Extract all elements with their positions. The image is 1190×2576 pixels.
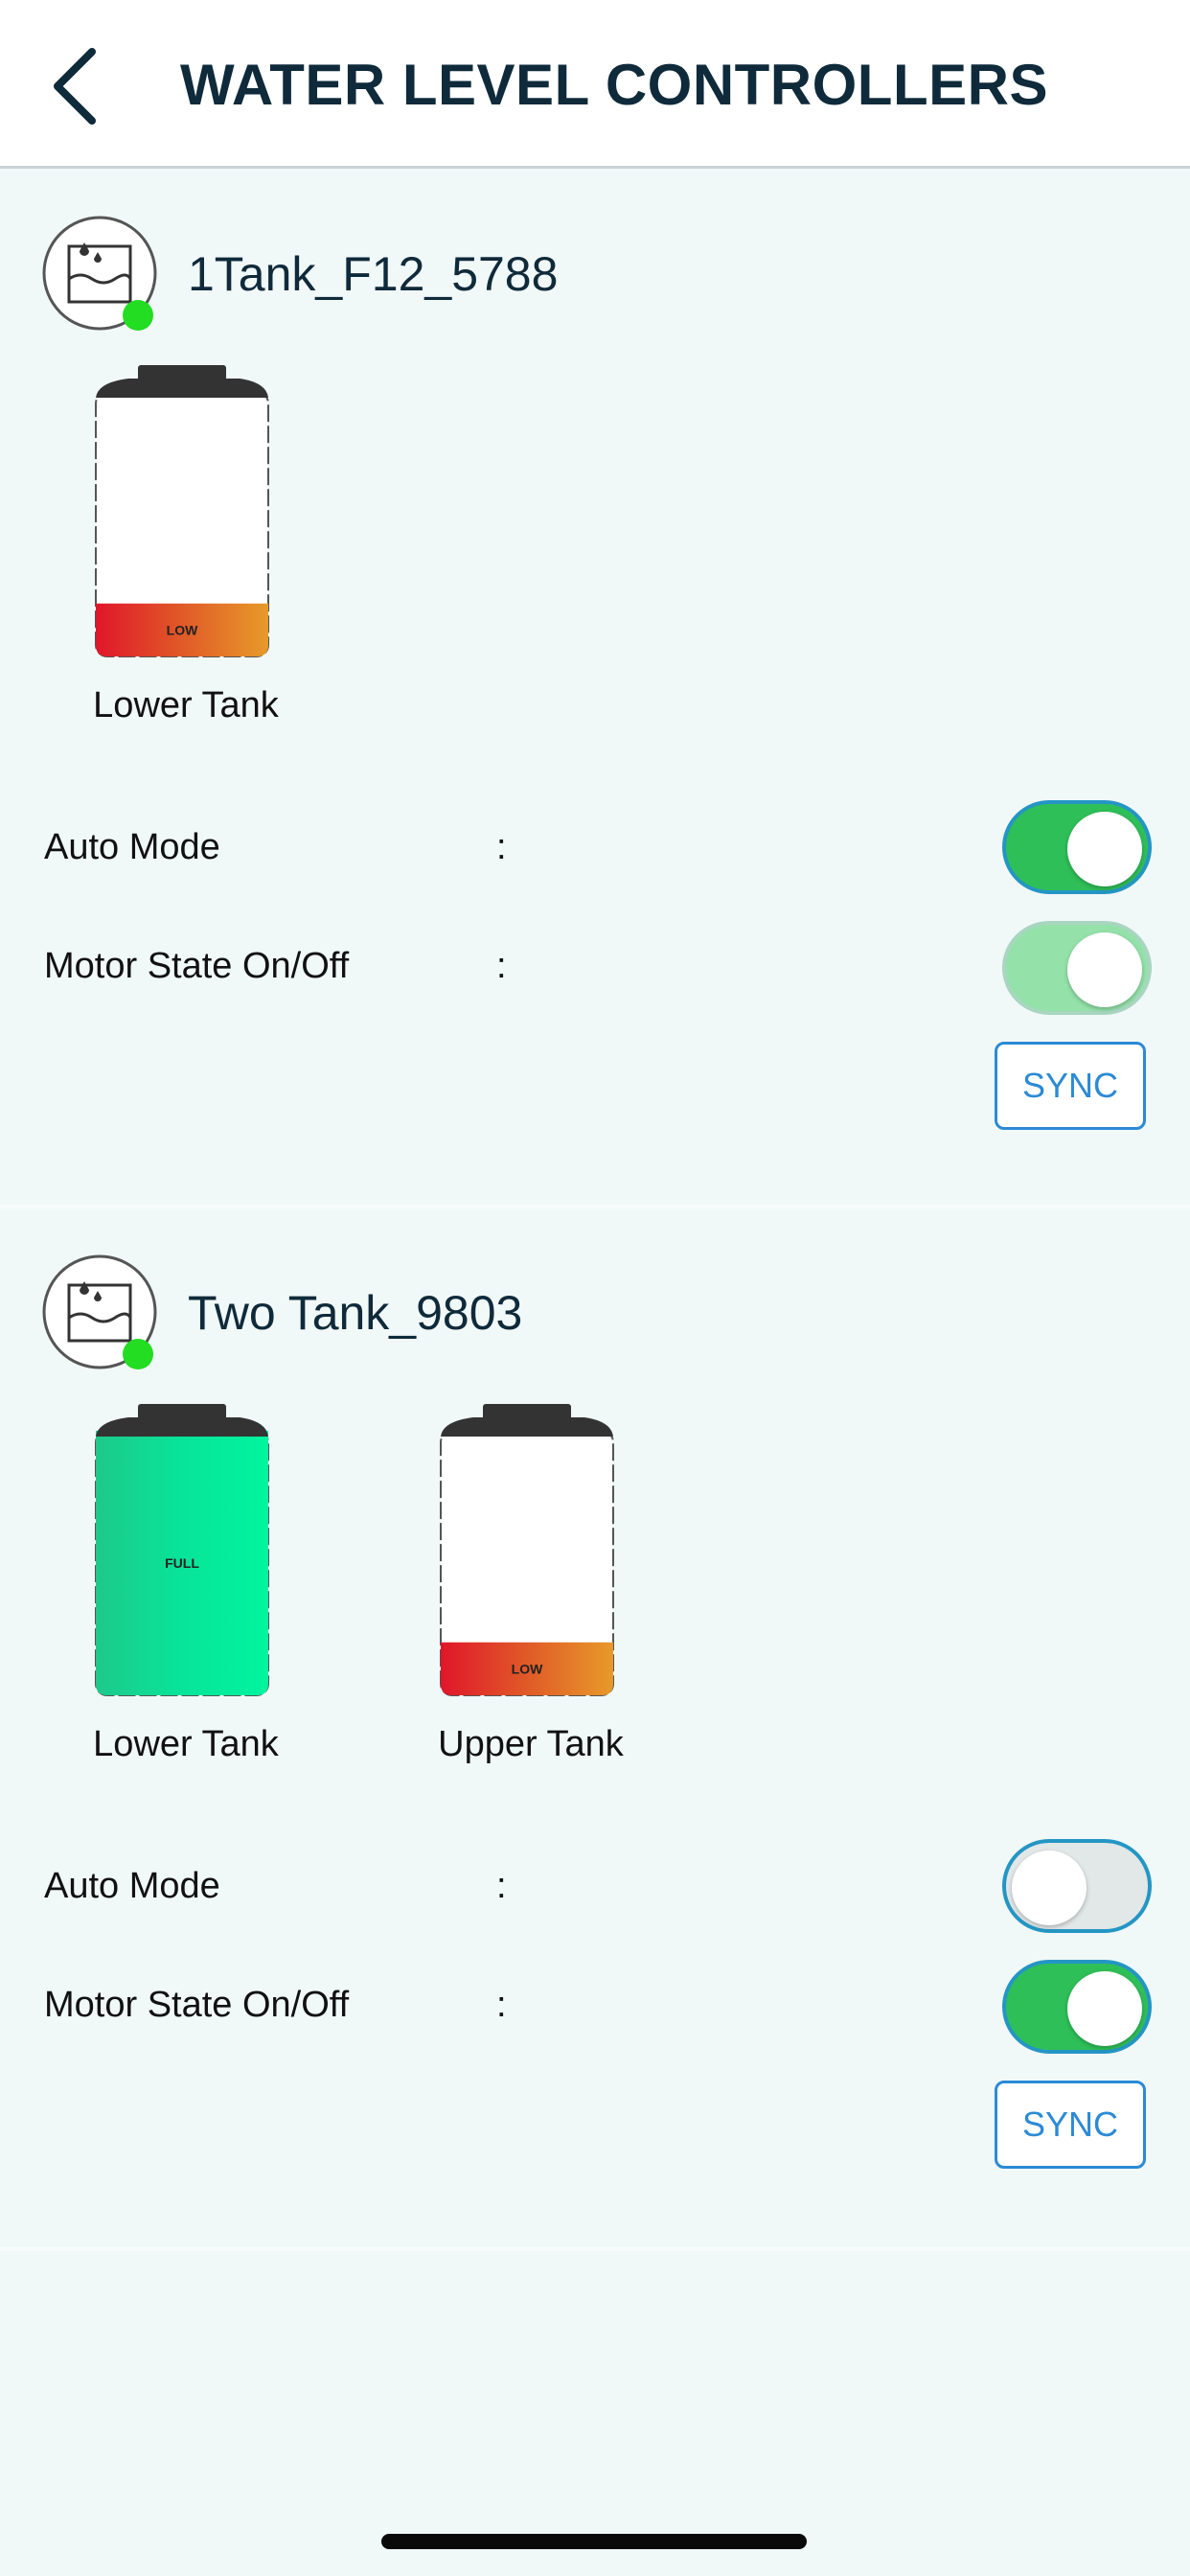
device-icon bbox=[42, 216, 161, 334]
water-tank-icon bbox=[42, 1254, 157, 1369]
home-indicator bbox=[381, 2534, 807, 2549]
tank-lower: FULL bbox=[90, 1402, 282, 1707]
device-card-2: Two Tank_9803 FULL Lower Tank LOW Upper … bbox=[0, 1210, 1190, 2251]
tank-upper: LOW bbox=[435, 1402, 627, 1707]
tank-label: Lower Tank bbox=[93, 685, 279, 725]
online-status-dot bbox=[123, 300, 153, 331]
motor-state-label: Motor State On/Off bbox=[44, 1985, 350, 2025]
tank-lower: LOW bbox=[90, 363, 282, 668]
auto-mode-toggle[interactable] bbox=[1002, 1839, 1152, 1933]
toggle-knob bbox=[1012, 1851, 1087, 1925]
toggle-knob bbox=[1067, 1971, 1142, 2046]
tank-icon: LOW bbox=[95, 365, 269, 657]
level-text: LOW bbox=[512, 1661, 543, 1676]
device-icon bbox=[42, 1254, 161, 1373]
sync-button[interactable]: SYNC bbox=[995, 1042, 1146, 1130]
online-status-dot bbox=[123, 1339, 153, 1369]
chevron-left-icon[interactable] bbox=[42, 38, 119, 134]
device-name: 1Tank_F12_5788 bbox=[188, 247, 559, 301]
toggle-knob bbox=[1067, 812, 1142, 886]
tank-icon: FULL bbox=[95, 1404, 269, 1696]
tank-label: Upper Tank bbox=[438, 1724, 624, 1764]
auto-mode-label: Auto Mode bbox=[44, 1866, 220, 1906]
motor-state-toggle[interactable] bbox=[1002, 1960, 1152, 2054]
tank-label: Lower Tank bbox=[93, 1724, 279, 1764]
motor-state-label: Motor State On/Off bbox=[44, 946, 350, 986]
auto-mode-toggle[interactable] bbox=[1002, 800, 1152, 894]
motor-state-toggle[interactable] bbox=[1002, 921, 1152, 1015]
toggle-knob bbox=[1067, 932, 1142, 1007]
row-colon: : bbox=[496, 946, 507, 986]
row-colon: : bbox=[496, 1866, 507, 1906]
level-text: FULL bbox=[165, 1555, 199, 1571]
app-header: WATER LEVEL CONTROLLERS bbox=[0, 0, 1190, 169]
auto-mode-label: Auto Mode bbox=[44, 827, 220, 867]
back-button[interactable] bbox=[42, 38, 119, 134]
level-text: LOW bbox=[167, 622, 198, 637]
device-card-1: 1Tank_F12_5788 LOW Lower Tank Auto Mode … bbox=[0, 172, 1190, 1208]
device-name: Two Tank_9803 bbox=[188, 1286, 523, 1340]
row-colon: : bbox=[496, 1985, 507, 2025]
sync-button[interactable]: SYNC bbox=[995, 2081, 1146, 2169]
page-title: WATER LEVEL CONTROLLERS bbox=[180, 53, 1048, 117]
row-colon: : bbox=[496, 827, 507, 867]
water-tank-icon bbox=[42, 216, 157, 331]
tank-icon: LOW bbox=[440, 1404, 614, 1696]
